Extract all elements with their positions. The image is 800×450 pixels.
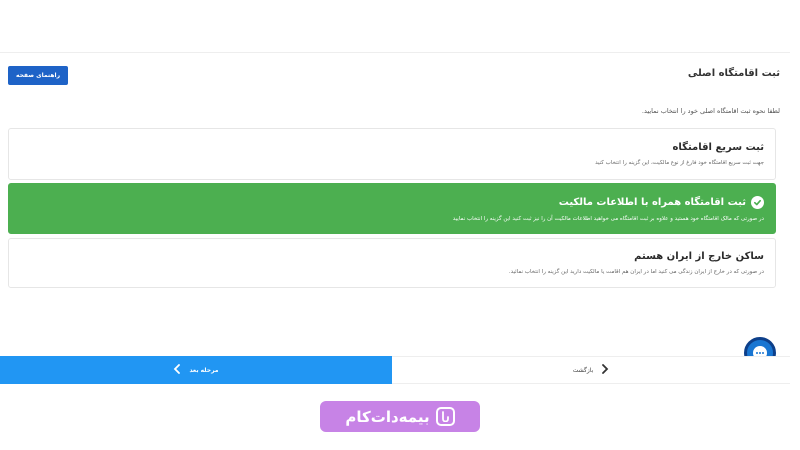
option-resident-abroad[interactable]: ساکن خارج از ایران هستم در صورتی که در خ… (8, 238, 776, 288)
instruction-text: لطفا نحوه ثبت اقامتگاه اصلی خود را انتخا… (641, 107, 780, 115)
check-circle-icon (751, 196, 764, 209)
back-label: بازگشت (572, 366, 594, 374)
watermark-logo: بیمه‌دات‌کام (320, 401, 480, 432)
option-register-with-ownership[interactable]: ثبت اقامتگاه همراه با اطلاعات مالکیت در … (8, 183, 776, 234)
option-title: ثبت اقامتگاه همراه با اطلاعات مالکیت (558, 197, 746, 208)
footer-navigation: مرحله بعد بازگشت (0, 356, 790, 384)
option-title: ساکن خارج از ایران هستم (634, 251, 764, 262)
page-title: ثبت اقامتگاه اصلی (687, 68, 780, 79)
option-title: ثبت سریع اقامتگاه (672, 142, 764, 153)
watermark-text: بیمه‌دات‌کام (345, 407, 430, 426)
page-help-button[interactable]: راهنمای صفحه (8, 66, 68, 85)
option-description: در صورتی که در خارج از ایران زندگی می کن… (508, 269, 764, 275)
back-button[interactable]: بازگشت (392, 356, 790, 384)
bimeh-logo-icon (435, 407, 455, 426)
chevron-right-icon (601, 364, 609, 376)
option-description: جهت ثبت سریع اقامتگاه خود فارغ از نوع ما… (595, 160, 764, 166)
chevron-left-icon (173, 364, 181, 376)
option-title-row: ثبت اقامتگاه همراه با اطلاعات مالکیت (9, 196, 764, 209)
next-step-button[interactable]: مرحله بعد (0, 356, 392, 384)
top-divider (0, 52, 790, 53)
option-description: در صورتی که مالک اقامتگاه خود هستید و عل… (452, 216, 764, 222)
option-quick-register[interactable]: ثبت سریع اقامتگاه جهت ثبت سریع اقامتگاه … (8, 128, 776, 180)
next-step-label: مرحله بعد (189, 366, 219, 374)
